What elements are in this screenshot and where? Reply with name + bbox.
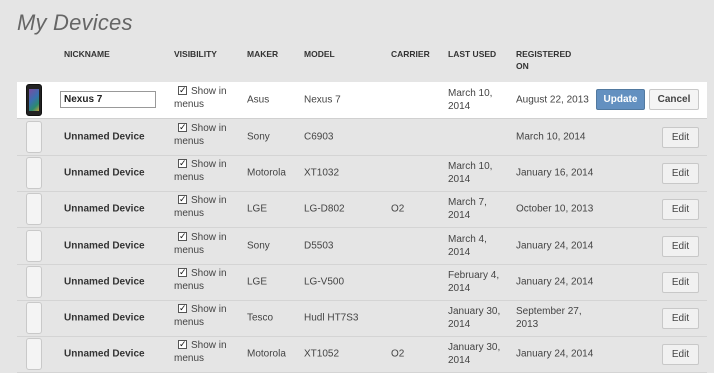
edit-button[interactable]: Edit [662,127,699,148]
model-cell: LG-V500 [304,276,345,288]
visibility-label: Show in menus [174,195,227,220]
device-row: Unnamed Device ✓ Show in menus Sony C6903 Mar… [17,119,707,156]
model-cell: XT1032 [304,167,340,179]
visibility-label: Show in menus [174,231,227,256]
nickname-cell: Unnamed Device [64,131,145,143]
last-used-cell: January 30, 2014 [448,306,501,330]
model-cell: C6903 [304,131,334,143]
visibility-label: Show in menus [174,304,227,328]
model-cell: XT1052 [304,348,340,360]
last-used-cell: January 30, 2014 [448,342,501,367]
column-header-nickname: NICKNAME [64,49,110,59]
registered-cell: January 16, 2014 [516,167,594,179]
edit-button[interactable]: Edit [662,199,699,221]
device-row-editing: ✓ Show in menus Asus Nexus 7 March 10, 2… [17,82,707,119]
maker-cell: Tesco [247,312,274,324]
visibility-label: Show in menus [174,267,227,292]
device-row: Unnamed Device ✓ Show in menus Sony D5503 Mar… [17,228,707,265]
carrier-cell: O2 [391,348,405,360]
maker-cell: Motorola [247,167,286,179]
column-header-visibility: VISIBILITY [174,49,217,59]
model-cell: LG-D802 [304,203,345,215]
nickname-cell: Unnamed Device [64,312,145,324]
registered-cell: March 10, 2014 [516,131,586,143]
maker-cell: Sony [247,131,270,143]
maker-cell: Sony [247,240,270,252]
edit-button[interactable]: Edit [662,163,699,185]
column-header-carrier: CARRIER [391,49,430,59]
edit-button[interactable]: Edit [662,308,699,329]
edit-button[interactable]: Edit [662,235,699,257]
column-header-model: MODEL [304,49,335,59]
nickname-cell: Unnamed Device [64,348,145,360]
device-icon [26,84,42,116]
model-cell: D5503 [304,240,334,252]
visibility-label: Show in menus [174,340,227,365]
carrier-cell: O2 [391,203,405,215]
maker-cell: Asus [247,94,270,106]
registered-cell: January 24, 2014 [516,348,594,360]
maker-cell: LGE [247,203,268,215]
nickname-cell: Unnamed Device [64,240,145,252]
last-used-cell: March 7, 2014 [448,197,487,222]
registered-cell: September 27, 2013 [516,306,582,330]
visibility-label: Show in menus [174,159,227,184]
device-row: Unnamed Device ✓ Show in menus Tesco Hudl HT… [17,300,707,337]
nickname-cell: Unnamed Device [64,167,145,179]
registered-cell: August 22, 2013 [516,94,589,106]
edit-button[interactable]: Edit [662,271,699,293]
last-used-cell: March 4, 2014 [448,233,487,258]
visibility-label: Show in menus [174,123,227,147]
device-icon [26,265,42,298]
device-icon [26,157,42,190]
device-row: Unnamed Device ✓ Show in menus Motorola XT10… [17,155,707,193]
last-used-cell: February 4, 2014 [448,269,500,294]
device-row: Unnamed Device ✓ Show in menus LGE LG-V500 Fe… [17,264,707,301]
column-header-registered: REGISTERED ON [516,49,572,71]
last-used-cell: March 10, 2014 [448,161,493,186]
registered-cell: January 24, 2014 [516,276,594,288]
nickname-input[interactable] [60,91,156,108]
nickname-cell: Unnamed Device [64,203,145,215]
column-header-last-used: LAST USED [448,49,497,59]
device-row: Unnamed Device ✓ Show in menus LGE LG-D802 O2… [17,191,707,229]
update-button[interactable]: Update [596,89,645,110]
maker-cell: Motorola [247,348,286,360]
cancel-button[interactable]: Cancel [649,89,699,110]
edit-button[interactable]: Edit [662,344,699,366]
device-icon [26,229,42,262]
last-used-cell: March 10, 2014 [448,88,493,112]
nickname-cell: Unnamed Device [64,276,145,288]
model-cell: Hudl HT7S3 [304,312,359,324]
page-title: My Devices [17,10,133,35]
device-icon [26,302,42,334]
device-icon [26,338,42,371]
registered-cell: January 24, 2014 [516,240,594,252]
device-row: Unnamed Device ✓ Show in menus Motorola XT10… [17,336,707,373]
visibility-label: Show in menus [174,86,227,110]
maker-cell: LGE [247,276,268,288]
model-cell: Nexus 7 [304,94,341,106]
device-icon [26,121,42,153]
registered-cell: October 10, 2013 [516,203,594,215]
device-icon [26,193,42,226]
column-header-maker: MAKER [247,49,279,59]
